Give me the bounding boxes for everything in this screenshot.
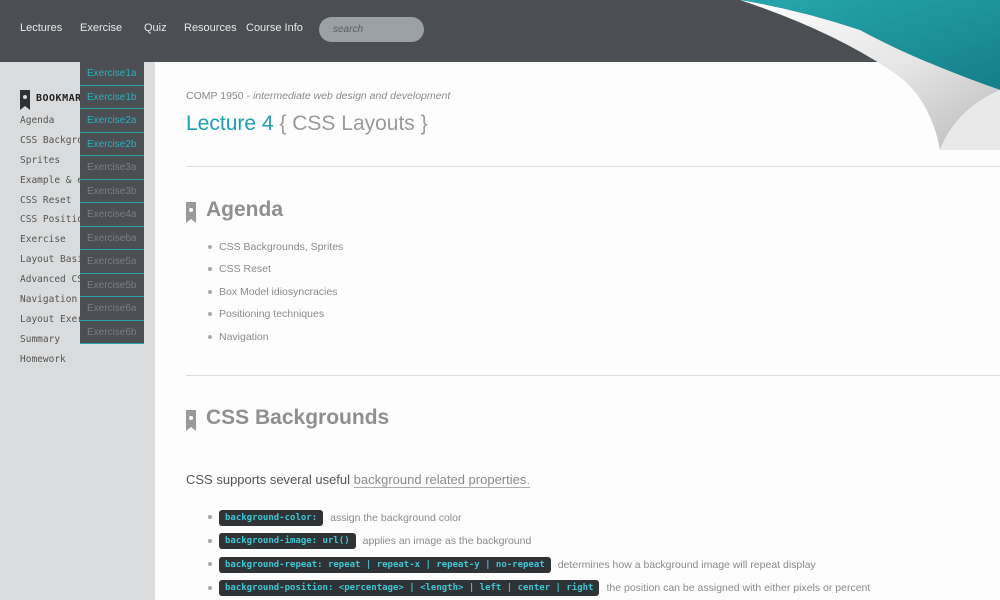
search-input[interactable] xyxy=(319,17,424,42)
course-subtitle: COMP 1950 - intermediate web design and … xyxy=(186,90,450,102)
nav-course-info[interactable]: Course Info xyxy=(246,22,303,34)
dropdown-item-exercise1b[interactable]: Exercise1b xyxy=(80,86,144,109)
course-description: intermediate web design and development xyxy=(252,90,451,102)
property-code: background-repeat: repeat | repeat-x | r… xyxy=(219,556,551,573)
background-properties-link[interactable]: background related properties. xyxy=(353,472,530,488)
divider xyxy=(186,166,1000,167)
property-desc: applies an image as the background xyxy=(362,535,532,548)
property-item: background-position: <percentage> | <len… xyxy=(208,577,870,600)
page-title: Lecture 4 { CSS Layouts } xyxy=(186,112,428,136)
property-desc: assign the background color xyxy=(330,511,462,524)
agenda-item: CSS Reset xyxy=(208,262,343,284)
property-item: background-image: url() applies an image … xyxy=(208,530,870,554)
dropdown-item-exercise2a[interactable]: Exercise2a xyxy=(80,109,144,133)
course-code: COMP 1950 xyxy=(186,90,244,102)
top-navigation-bar: Lectures Exercise Quiz Resources Course … xyxy=(0,0,1000,62)
agenda-heading: Agenda xyxy=(186,198,284,223)
intro-paragraph: CSS supports several useful background r… xyxy=(186,472,530,488)
bookmark-item[interactable]: Homework xyxy=(20,353,150,373)
dropdown-item-exercise4a[interactable]: Exercise4a xyxy=(80,203,144,227)
dropdown-item-exercise6a[interactable]: Exercise6a xyxy=(80,297,144,321)
property-desc: the position can be assigned with either… xyxy=(606,582,871,595)
properties-list: background-color: assign the background c… xyxy=(208,506,870,600)
section-bookmark-icon[interactable] xyxy=(186,201,196,223)
dropdown-item-exerciseba[interactable]: Exerciseba xyxy=(80,227,144,250)
agenda-item: Box Model idiosyncracies xyxy=(208,285,343,307)
nav-resources[interactable]: Resources xyxy=(184,22,237,34)
bookmark-icon xyxy=(20,90,30,110)
dropdown-item-exercise3b[interactable]: Exercise3b xyxy=(80,180,144,203)
exercise-dropdown-menu: Exercise1a Exercise1b Exercise2a Exercise2b… xyxy=(80,62,144,344)
agenda-item: Navigation xyxy=(208,330,343,352)
property-code: background-image: url() xyxy=(219,533,356,550)
divider xyxy=(186,375,1000,376)
dropdown-item-exercise1a[interactable]: Exercise1a xyxy=(80,62,144,86)
dropdown-item-exercise5b[interactable]: Exercise5b xyxy=(80,274,144,297)
property-code: background-position: <percentage> | <len… xyxy=(219,580,600,597)
dropdown-item-exercise5a[interactable]: Exercise5a xyxy=(80,250,144,274)
agenda-item: Positioning techniques xyxy=(208,307,343,329)
property-desc: determines how a background image will r… xyxy=(557,558,816,571)
dropdown-item-exercise6b[interactable]: Exercise6b xyxy=(80,321,144,344)
css-backgrounds-title: CSS Backgrounds xyxy=(206,406,390,429)
property-item: background-repeat: repeat | repeat-x | r… xyxy=(208,553,870,577)
nav-lectures[interactable]: Lectures xyxy=(20,22,62,34)
section-bookmark-icon[interactable] xyxy=(186,409,196,431)
property-code: background-color: xyxy=(219,509,324,526)
agenda-item: CSS Backgrounds, Sprites xyxy=(208,240,343,262)
page-title-accent: Lecture 4 xyxy=(186,112,274,135)
nav-quiz[interactable]: Quiz xyxy=(144,22,167,34)
css-backgrounds-heading: CSS Backgrounds xyxy=(186,406,390,431)
intro-text: CSS supports several useful xyxy=(186,472,354,487)
course-separator: - xyxy=(243,90,253,102)
nav-exercise[interactable]: Exercise xyxy=(80,22,122,34)
page-title-rest: { CSS Layouts } xyxy=(273,112,428,135)
dropdown-item-exercise3a[interactable]: Exercise3a xyxy=(80,156,144,180)
dropdown-item-exercise2b[interactable]: Exercise2b xyxy=(80,133,144,156)
agenda-list: CSS Backgrounds, Sprites CSS Reset Box M… xyxy=(208,240,343,352)
agenda-title: Agenda xyxy=(206,198,284,221)
property-item: background-color: assign the background c… xyxy=(208,506,870,530)
